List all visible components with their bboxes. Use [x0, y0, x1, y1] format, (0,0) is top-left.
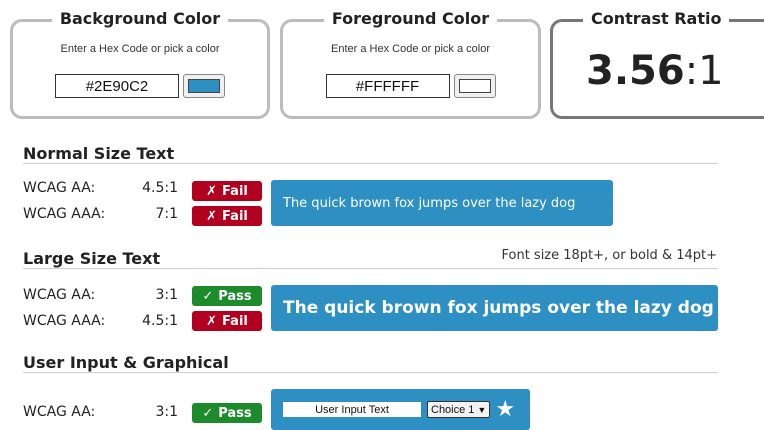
contrast-ratio-value: 3.56:1: [586, 47, 724, 95]
check-icon: ✓: [202, 288, 214, 304]
normal-aaa-label: WCAG AAA:: [23, 206, 106, 222]
large-aa-result: Pass: [218, 288, 252, 304]
check-icon: ✓: [202, 405, 214, 421]
background-color-panel: Background Color Enter a Hex Code or pic…: [10, 9, 270, 119]
graphical-sample: Choice 1 ▼ ★: [271, 389, 530, 430]
normal-aa-status-badge: ✗ Fail: [192, 181, 262, 201]
normal-text-sample: The quick brown fox jumps over the lazy …: [271, 180, 613, 226]
normal-aaa-ratio: 7:1: [155, 206, 178, 222]
sample-choice-value: Choice 1: [431, 403, 475, 416]
background-color-title: Background Color: [51, 9, 229, 28]
fail-icon: ✗: [206, 208, 218, 224]
contrast-ratio-title: Contrast Ratio: [583, 9, 730, 28]
large-aaa-label: WCAG AAA:: [23, 313, 106, 329]
foreground-color-panel: Foreground Color Enter a Hex Code or pic…: [280, 9, 541, 119]
contrast-ratio-number: 3.56: [586, 48, 685, 94]
normal-text-divider: [23, 163, 718, 164]
background-hex-input[interactable]: [55, 74, 179, 98]
background-color-picker[interactable]: [183, 74, 225, 98]
large-aa-ratio: 3:1: [155, 287, 178, 303]
graphical-aa-label: WCAG AA:: [23, 404, 96, 420]
graphical-aa-status-badge: ✓ Pass: [192, 403, 262, 423]
normal-text-title: Normal Size Text: [23, 144, 175, 163]
large-text-sample: The quick brown fox jumps over the lazy …: [271, 285, 718, 331]
graphical-aa-result: Pass: [218, 405, 252, 421]
large-aaa-status-badge: ✗ Fail: [192, 311, 262, 331]
contrast-ratio-panel: Contrast Ratio 3.56:1: [550, 9, 764, 119]
normal-aaa-status-badge: ✗ Fail: [192, 206, 262, 226]
large-aa-status-badge: ✓ Pass: [192, 286, 262, 306]
large-aaa-ratio: 4.5:1: [142, 313, 178, 329]
normal-aaa-result: Fail: [222, 208, 248, 224]
background-color-hint: Enter a Hex Code or pick a color: [60, 43, 220, 55]
foreground-hex-input[interactable]: [325, 74, 450, 98]
graphical-divider: [23, 372, 718, 373]
chevron-down-icon: ▼: [477, 404, 487, 415]
graphical-title: User Input & Graphical: [23, 353, 229, 372]
large-text-title: Large Size Text: [23, 249, 161, 268]
fail-icon: ✗: [206, 313, 218, 329]
large-aaa-result: Fail: [222, 313, 248, 329]
large-aa-label: WCAG AA:: [23, 287, 96, 303]
large-text-note: Font size 18pt+, or bold & 14pt+: [501, 248, 717, 263]
normal-aa-label: WCAG AA:: [23, 180, 96, 196]
background-color-swatch: [188, 79, 220, 93]
normal-aa-result: Fail: [222, 183, 248, 199]
foreground-color-hint: Enter a Hex Code or pick a color: [331, 43, 490, 55]
graphical-aa-ratio: 3:1: [155, 404, 178, 420]
sample-choice-select[interactable]: Choice 1 ▼: [427, 401, 491, 418]
fail-icon: ✗: [206, 183, 218, 199]
foreground-color-picker[interactable]: [453, 74, 496, 98]
foreground-color-swatch: [458, 79, 491, 93]
sample-text-input[interactable]: [282, 401, 422, 418]
star-icon: ★: [495, 396, 516, 422]
foreground-color-title: Foreground Color: [323, 9, 498, 28]
contrast-ratio-suffix: :1: [684, 48, 724, 94]
large-text-divider: [23, 268, 718, 269]
normal-aa-ratio: 4.5:1: [142, 180, 178, 196]
